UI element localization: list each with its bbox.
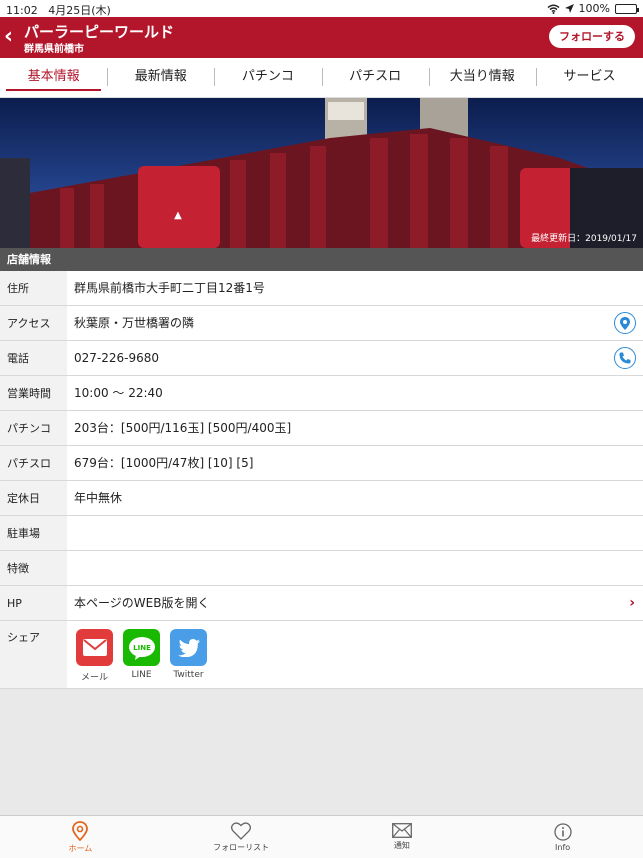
- bottom-tab-bar: ホーム フォローリスト 通知 Info: [0, 815, 643, 858]
- section-title: 店舗情報: [0, 248, 643, 271]
- homepage-link[interactable]: 本ページのWEB版を開く: [74, 596, 209, 610]
- row-value: 027-226-9680: [74, 351, 160, 365]
- row-label: シェア: [0, 621, 67, 688]
- row-value: [67, 516, 643, 550]
- row-label: 住所: [0, 271, 67, 305]
- share-line-button[interactable]: LINE LINE: [123, 629, 160, 683]
- battery-icon: [615, 3, 639, 14]
- row-phone: 電話 027-226-9680: [0, 341, 643, 376]
- row-label: 駐車場: [0, 516, 67, 550]
- battery-percent: 100%: [578, 2, 610, 15]
- mail-icon: [76, 629, 113, 666]
- tab-follow-list-label: フォローリスト: [213, 842, 270, 852]
- row-label: アクセス: [0, 306, 67, 340]
- share-mail-button[interactable]: メール: [76, 629, 113, 683]
- call-button[interactable]: [614, 347, 636, 369]
- row-parking: 駐車場: [0, 516, 643, 551]
- app-header: ‹ パーラーピーワールド 群馬県前橋市 フォローする: [0, 17, 643, 58]
- status-bar: 11:02 4月25日(木) 100%: [0, 0, 643, 17]
- row-label: パチンコ: [0, 411, 67, 445]
- row-access: アクセス 秋葉原・万世橋署の隣: [0, 306, 643, 341]
- svg-text:▲: ▲: [174, 210, 182, 221]
- page-title: パーラーピーワールド: [24, 23, 175, 41]
- envelope-icon: [391, 823, 412, 838]
- tab-jackpot-info[interactable]: 大当り情報: [428, 58, 536, 97]
- row-value: 203台：[500円/116玉] [500円/400玉]: [74, 421, 292, 435]
- store-building-image: ▲: [0, 98, 643, 248]
- row-label: 定休日: [0, 481, 67, 515]
- row-pachinko: パチンコ 203台：[500円/116玉] [500円/400玉]: [0, 411, 643, 446]
- row-homepage[interactable]: HP 本ページのWEB版を開く ›: [0, 586, 643, 621]
- wifi-icon: [547, 4, 560, 14]
- status-right: 100%: [547, 2, 639, 15]
- tab-basic-info[interactable]: 基本情報: [0, 58, 107, 97]
- row-features: 特徴: [0, 551, 643, 586]
- location-arrow-icon: [564, 4, 574, 13]
- store-photo: ▲ 最終更新日：2019/01/17: [0, 98, 643, 248]
- map-pin-icon: [72, 820, 89, 841]
- share-mail-label: メール: [80, 673, 108, 683]
- row-value-wrap: 本ページのWEB版を開く ›: [67, 586, 643, 620]
- svg-text:LINE: LINE: [133, 644, 151, 652]
- row-label: HP: [0, 586, 67, 620]
- share-line-label: LINE: [131, 670, 152, 680]
- share-list: メール LINE LINE Twitter: [67, 621, 643, 683]
- row-share: シェア メール LINE LINE Twitter: [0, 621, 643, 689]
- page-subtitle: 群馬県前橋市: [24, 44, 84, 55]
- row-value: 10:00 〜 22:40: [74, 386, 163, 400]
- row-value-wrap: 027-226-9680: [67, 341, 643, 375]
- row-holiday: 定休日 年中無休: [0, 481, 643, 516]
- row-label: 特徴: [0, 551, 67, 585]
- twitter-icon: [170, 629, 207, 666]
- tab-info[interactable]: Info: [482, 816, 643, 858]
- row-value-wrap: 秋葉原・万世橋署の隣: [67, 306, 643, 340]
- tab-home-label: ホーム: [68, 843, 93, 853]
- tab-info-label: Info: [555, 842, 571, 852]
- follow-button[interactable]: フォローする: [549, 25, 635, 48]
- row-hours: 営業時間 10:00 〜 22:40: [0, 376, 643, 411]
- share-twitter-label: Twitter: [173, 670, 204, 680]
- info-icon: [553, 822, 572, 841]
- tab-service[interactable]: サービス: [535, 58, 643, 97]
- row-value: 679台：[1000円/47枚] [10] [5]: [74, 456, 254, 470]
- row-value: 秋葉原・万世橋署の隣: [74, 316, 195, 330]
- row-value: 年中無休: [74, 491, 123, 505]
- row-label: 電話: [0, 341, 67, 375]
- row-address: 住所 群馬県前橋市大手町二丁目12番1号: [0, 271, 643, 306]
- row-value: 群馬県前橋市大手町二丁目12番1号: [74, 281, 265, 295]
- tab-notice-label: 通知: [393, 841, 410, 850]
- heart-icon: [231, 821, 252, 840]
- phone-icon: [619, 352, 631, 364]
- line-icon: LINE: [123, 629, 160, 666]
- row-label: パチスロ: [0, 446, 67, 480]
- tab-pachislo[interactable]: パチスロ: [321, 58, 429, 97]
- tab-latest-info[interactable]: 最新情報: [107, 58, 214, 97]
- row-label: 営業時間: [0, 376, 67, 410]
- row-value: [67, 551, 643, 585]
- tab-home[interactable]: ホーム: [0, 816, 161, 858]
- status-time: 11:02 4月25日(木): [6, 4, 111, 17]
- map-pin-icon: [620, 316, 630, 330]
- back-icon[interactable]: ‹: [4, 24, 13, 49]
- share-twitter-button[interactable]: Twitter: [170, 629, 207, 683]
- tab-notice[interactable]: 通知: [322, 816, 483, 858]
- tab-pachinko[interactable]: パチンコ: [214, 58, 321, 97]
- chevron-right-icon: ›: [629, 595, 635, 611]
- row-pachislo: パチスロ 679台：[1000円/47枚] [10] [5]: [0, 446, 643, 481]
- map-pin-button[interactable]: [614, 312, 636, 334]
- last-updated: 最終更新日：2019/01/17: [531, 234, 637, 244]
- share-area: メール LINE LINE Twitter: [67, 621, 643, 688]
- tab-bar-top: 基本情報 最新情報 パチンコ パチスロ 大当り情報 サービス: [0, 58, 643, 98]
- tab-follow-list[interactable]: フォローリスト: [161, 816, 322, 858]
- store-info-table: 住所 群馬県前橋市大手町二丁目12番1号 アクセス 秋葉原・万世橋署の隣 電話 …: [0, 271, 643, 689]
